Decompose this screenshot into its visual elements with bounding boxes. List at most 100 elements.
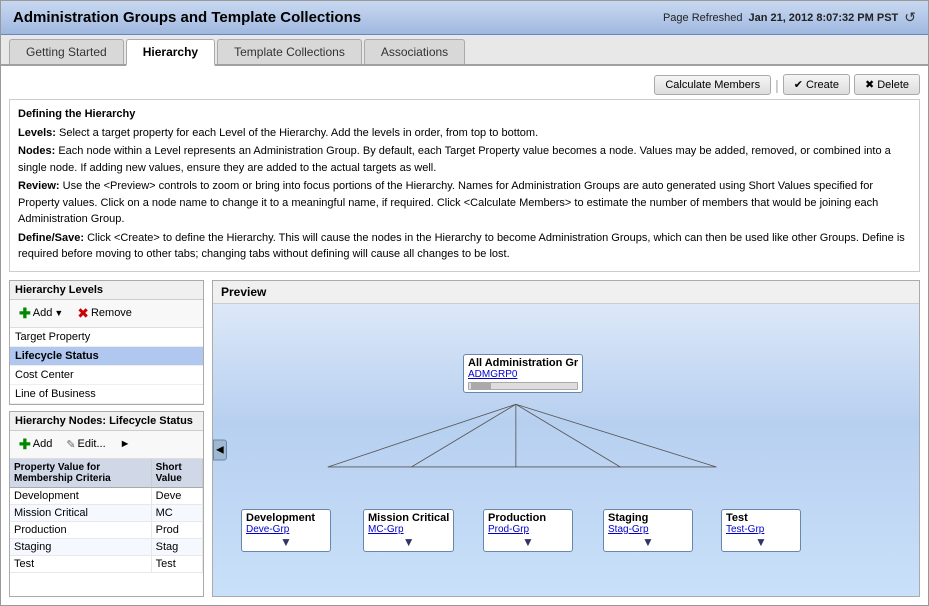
edit-node-label: Edit... (78, 438, 106, 450)
child-development-expand[interactable]: ▼ (246, 535, 326, 549)
node-short-mission-critical: MC (151, 504, 202, 521)
delete-button[interactable]: ✖ Delete (854, 74, 920, 95)
level-item-line-of-business[interactable]: Line of Business (10, 385, 203, 404)
tab-template-collections[interactable]: Template Collections (217, 39, 362, 64)
root-node-subtitle[interactable]: ADMGRP0 (468, 369, 578, 380)
node-property-mission-critical: Mission Critical (10, 504, 151, 521)
add-level-label: Add (33, 307, 53, 319)
table-row[interactable]: Test Test (10, 555, 203, 572)
tab-hierarchy[interactable]: Hierarchy (126, 39, 215, 66)
page-refreshed-timestamp: Jan 21, 2012 8:07:32 PM PST (748, 12, 898, 24)
hierarchy-nodes-header: Hierarchy Nodes: Lifecycle Status (10, 412, 203, 431)
desc-define-bold: Define/Save: (18, 232, 84, 244)
level-item-cost-center[interactable]: Cost Center (10, 366, 203, 385)
add-level-button[interactable]: ✚ Add ▼ (14, 303, 68, 324)
child-mc-expand[interactable]: ▼ (368, 535, 449, 549)
main-container: Administration Groups and Template Colle… (0, 0, 929, 606)
description-box: Defining the Hierarchy Levels: Select a … (9, 99, 920, 272)
desc-levels-text: Select a target property for each Level … (59, 127, 538, 139)
desc-define-text: Click <Create> to define the Hierarchy. … (18, 232, 905, 261)
desc-action-wrapper: Calculate Members | ✔ Create ✖ Delete De… (9, 74, 920, 280)
root-node-scrollbar (468, 382, 578, 390)
hierarchy-nodes-section: Hierarchy Nodes: Lifecycle Status ✚ Add … (9, 411, 204, 598)
preview-child-node-mission-critical[interactable]: Mission Critical MC-Grp ▼ (363, 509, 454, 552)
child-stag-title: Staging (608, 512, 688, 524)
remove-level-button[interactable]: ✖ Remove (72, 303, 137, 324)
title-bar: Administration Groups and Template Colle… (1, 1, 928, 35)
root-node-scrollbar-track[interactable] (468, 382, 578, 390)
tab-getting-started[interactable]: Getting Started (9, 39, 124, 64)
preview-panel: Preview ◀ (212, 280, 920, 598)
preview-collapse-arrow[interactable]: ◀ (213, 439, 227, 460)
child-stag-expand[interactable]: ▼ (608, 535, 688, 549)
preview-header: Preview (213, 281, 919, 304)
add-dropdown-icon[interactable]: ▼ (54, 308, 63, 318)
level-item-lifecycle-status[interactable]: Lifecycle Status (10, 347, 203, 366)
preview-canvas[interactable]: ◀ All Administration Gr (213, 304, 919, 597)
node-property-development: Development (10, 487, 151, 504)
tab-associations[interactable]: Associations (364, 39, 465, 64)
child-prod-subtitle[interactable]: Prod-Grp (488, 524, 568, 535)
nodes-table: Property Value for Membership Criteria S… (10, 459, 203, 573)
root-node-scrollbar-thumb (471, 383, 491, 389)
node-short-production: Prod (151, 521, 202, 538)
add-node-button[interactable]: ✚ Add (14, 434, 57, 455)
preview-root-node[interactable]: All Administration Gr ADMGRP0 (463, 354, 583, 393)
preview-child-node-production[interactable]: Production Prod-Grp ▼ (483, 509, 573, 552)
remove-icon: ✖ (77, 305, 89, 322)
desc-review-text: Use the <Preview> controls to zoom or br… (18, 180, 878, 225)
desc-levels-bold: Levels: (18, 127, 56, 139)
create-button[interactable]: ✔ Create (783, 74, 850, 95)
create-icon: ✔ (794, 78, 803, 91)
desc-line-levels: Levels: Select a target property for eac… (18, 125, 911, 142)
root-node-title: All Administration Gr (468, 357, 578, 369)
table-row[interactable]: Staging Stag (10, 538, 203, 555)
nodes-table-scroll[interactable]: Property Value for Membership Criteria S… (10, 459, 203, 597)
node-short-test: Test (151, 555, 202, 572)
preview-child-node-test[interactable]: Test Test-Grp ▼ (721, 509, 801, 552)
child-test-title: Test (726, 512, 796, 524)
expand-node-button[interactable]: ► (115, 436, 136, 452)
desc-nodes-text: Each node within a Level represents an A… (18, 145, 891, 174)
preview-child-node-development[interactable]: Development Deve-Grp ▼ (241, 509, 331, 552)
expand-node-icon: ► (120, 438, 131, 450)
create-label: Create (806, 79, 839, 91)
delete-icon: ✖ (865, 78, 874, 91)
action-bar: Calculate Members | ✔ Create ✖ Delete (9, 74, 920, 95)
child-development-subtitle[interactable]: Deve-Grp (246, 524, 326, 535)
desc-line-review: Review: Use the <Preview> controls to zo… (18, 178, 911, 228)
node-property-test: Test (10, 555, 151, 572)
child-mc-subtitle[interactable]: MC-Grp (368, 524, 449, 535)
table-row[interactable]: Mission Critical MC (10, 504, 203, 521)
child-stag-subtitle[interactable]: Stag-Grp (608, 524, 688, 535)
split-area: Hierarchy Levels ✚ Add ▼ ✖ Remove (9, 280, 920, 598)
node-property-production: Production (10, 521, 151, 538)
child-test-subtitle[interactable]: Test-Grp (726, 524, 796, 535)
hierarchy-levels-section: Hierarchy Levels ✚ Add ▼ ✖ Remove (9, 280, 204, 405)
table-row[interactable]: Development Deve (10, 487, 203, 504)
add-node-label: Add (33, 438, 53, 450)
separator-1: | (775, 77, 779, 93)
child-prod-title: Production (488, 512, 568, 524)
refresh-icon[interactable]: ↺ (904, 9, 916, 26)
hierarchy-levels-header: Hierarchy Levels (10, 281, 203, 300)
child-test-expand[interactable]: ▼ (726, 535, 796, 549)
desc-line-define: Define/Save: Click <Create> to define th… (18, 230, 911, 263)
nodes-col-property: Property Value for Membership Criteria (10, 459, 151, 488)
child-mc-title: Mission Critical (368, 512, 449, 524)
table-row[interactable]: Production Prod (10, 521, 203, 538)
child-development-title: Development (246, 512, 326, 524)
page-title: Administration Groups and Template Colle… (13, 9, 361, 26)
preview-connections-svg (213, 304, 919, 597)
desc-title-text: Defining the Hierarchy (18, 108, 135, 120)
nodes-toolbar: ✚ Add ✎ Edit... ► (10, 431, 203, 459)
child-prod-expand[interactable]: ▼ (488, 535, 568, 549)
preview-child-node-staging[interactable]: Staging Stag-Grp ▼ (603, 509, 693, 552)
edit-node-icon: ✎ (66, 438, 75, 451)
left-panel: Hierarchy Levels ✚ Add ▼ ✖ Remove (9, 280, 204, 598)
edit-node-button[interactable]: ✎ Edit... (61, 436, 110, 453)
level-item-target-property[interactable]: Target Property (10, 328, 203, 347)
calculate-members-button[interactable]: Calculate Members (654, 75, 771, 95)
content-area: Calculate Members | ✔ Create ✖ Delete De… (1, 66, 928, 605)
desc-review-bold: Review: (18, 180, 60, 192)
